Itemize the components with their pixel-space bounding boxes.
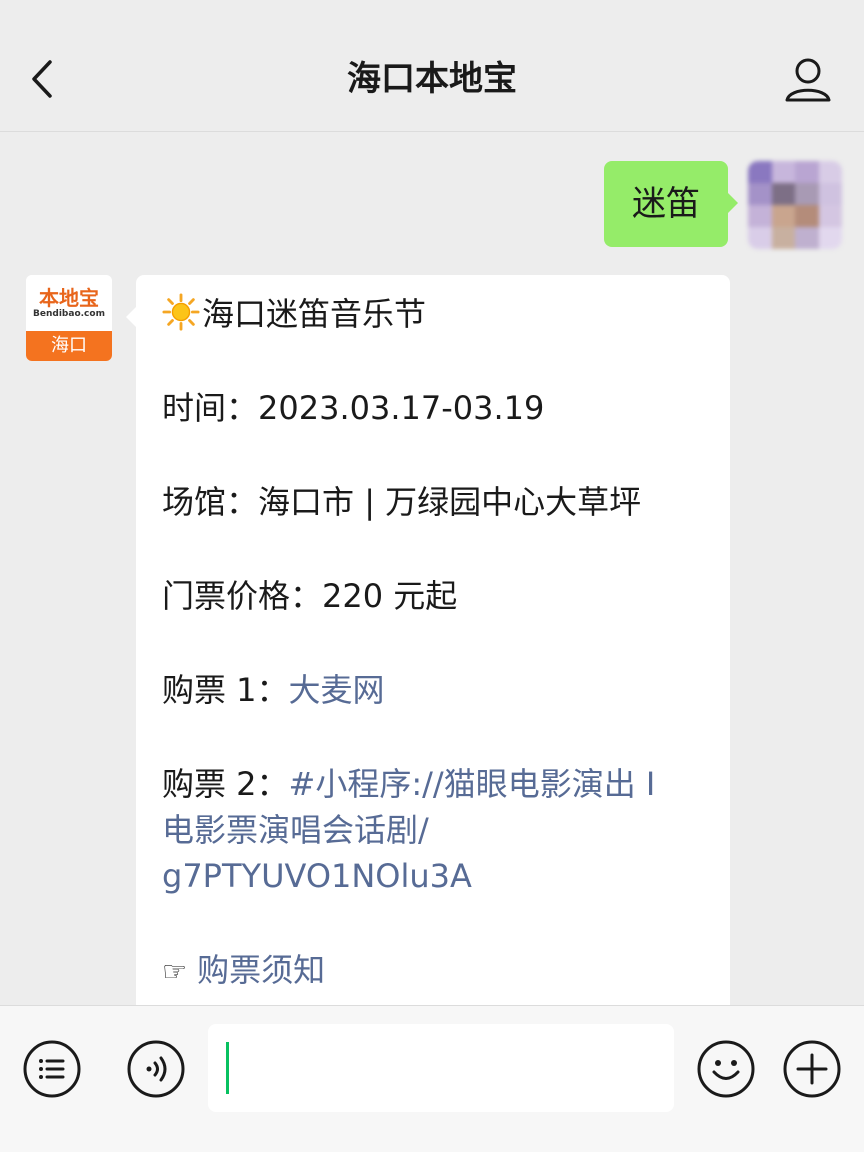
more-button[interactable]	[782, 1039, 842, 1099]
chat-area[interactable]: 迷笛 本地宝 Bendibao.com 海口 海口迷笛音乐节 时间：2023.0…	[0, 133, 864, 1005]
pointing-hand-icon: ☞	[162, 955, 188, 988]
price-line: 门票价格：220 元起	[162, 573, 704, 619]
list-icon	[23, 1040, 81, 1098]
official-account-avatar[interactable]: 本地宝 Bendibao.com 海口	[26, 275, 112, 361]
venue-label: 场馆：	[162, 483, 259, 521]
message-input[interactable]	[208, 1024, 674, 1112]
time-value: 2023.03.17-03.19	[258, 389, 545, 427]
chevron-left-icon	[32, 60, 52, 98]
time-label: 时间：	[162, 389, 259, 427]
ticket2-link[interactable]: #小程序://猫眼电影演出 I	[289, 765, 656, 803]
nav-header: 海口本地宝	[0, 0, 864, 132]
ticket2-link-line3[interactable]: g7PTYUVO1NOlu3A	[162, 853, 704, 899]
text-caret	[226, 1042, 229, 1094]
ticket2-label: 购票 2：	[162, 765, 289, 803]
notice-line: ☞ 购票须知	[162, 947, 704, 995]
voice-button[interactable]	[126, 1039, 186, 1099]
avatar-subtitle: Bendibao.com	[33, 308, 105, 319]
profile-button[interactable]	[782, 54, 834, 106]
input-bar	[0, 1005, 864, 1127]
voice-icon	[127, 1040, 185, 1098]
outgoing-message-bubble[interactable]: 迷笛	[604, 161, 738, 247]
emoji-button[interactable]	[696, 1039, 756, 1099]
message-title-line: 海口迷笛音乐节	[162, 291, 704, 337]
user-avatar[interactable]	[748, 161, 842, 249]
price-label: 门票价格：	[162, 577, 323, 615]
plus-icon	[783, 1040, 841, 1098]
ticket1-line: 购票 1：大麦网	[162, 667, 704, 713]
outgoing-message-text: 迷笛	[632, 184, 700, 224]
page-title: 海口本地宝	[347, 59, 517, 99]
ticket1-label: 购票 1：	[162, 671, 289, 709]
person-icon	[785, 58, 831, 102]
venue-value: 海口市 | 万绿园中心大草坪	[258, 483, 642, 521]
incoming-message-bubble[interactable]: 海口迷笛音乐节 时间：2023.03.17-03.19 场馆：海口市 | 万绿园…	[126, 275, 730, 1005]
avatar-logo: 本地宝	[39, 285, 99, 310]
ticket2-line: 购票 2：#小程序://猫眼电影演出 I 电影票演唱会话剧/ g7PTYUVO1…	[162, 761, 704, 899]
ticket2-link-line2[interactable]: 电影票演唱会话剧/	[162, 807, 704, 853]
ticket1-link[interactable]: 大麦网	[289, 671, 385, 709]
avatar-city: 海口	[26, 331, 112, 361]
smiley-icon	[697, 1040, 755, 1098]
price-value: 220 元起	[322, 577, 458, 615]
back-button[interactable]	[22, 52, 66, 106]
sun-icon	[162, 293, 200, 331]
time-line: 时间：2023.03.17-03.19	[162, 385, 704, 431]
menu-button[interactable]	[22, 1039, 82, 1099]
message-title: 海口迷笛音乐节	[202, 295, 427, 333]
notice-link[interactable]: 购票须知	[197, 951, 325, 989]
venue-line: 场馆：海口市 | 万绿园中心大草坪	[162, 479, 704, 525]
bottom-safe-area	[0, 1127, 864, 1152]
